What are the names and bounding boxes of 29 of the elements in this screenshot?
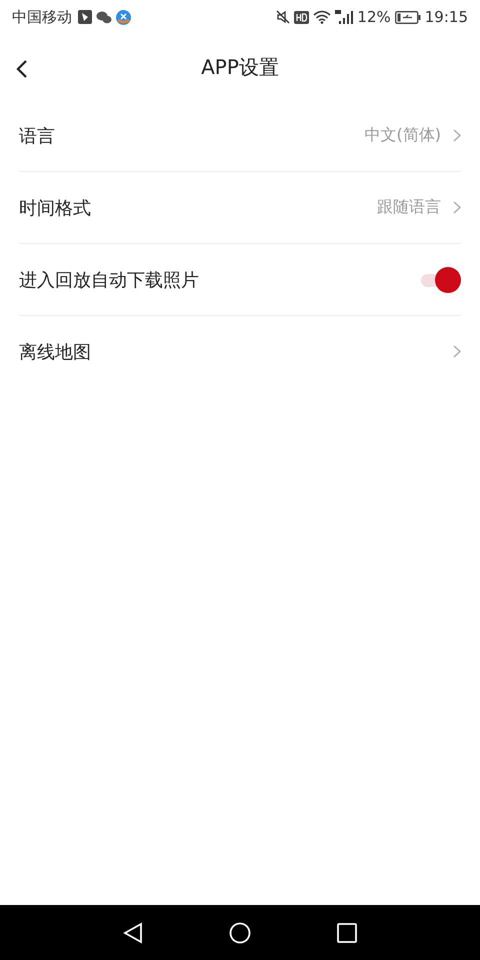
chat-bubbles-icon: [96, 10, 112, 24]
toggle-switch[interactable]: [419, 266, 461, 292]
page-title: APP设置: [201, 54, 279, 80]
clock-time: 19:15: [424, 8, 468, 26]
back-nav-icon[interactable]: [123, 922, 143, 944]
setting-label: 进入回放自动下载照片: [19, 268, 200, 292]
battery-charging-icon: [394, 10, 421, 24]
chevron-right-icon: [453, 201, 461, 214]
mute-icon: [276, 10, 290, 24]
setting-value: 跟随语言: [377, 197, 441, 218]
battery-percentage: 12%: [357, 8, 391, 26]
hd-icon: [294, 10, 310, 24]
carrier-name: 中国移动: [12, 8, 72, 26]
settings-row[interactable]: 语言 中文(简体): [19, 100, 461, 172]
recents-nav-icon[interactable]: [337, 922, 357, 942]
settings-row[interactable]: 进入回放自动下载照片: [19, 244, 461, 316]
app-badge-icon: [116, 10, 131, 24]
chevron-right-icon: [453, 345, 461, 358]
home-nav-icon[interactable]: [229, 922, 251, 944]
signal-icon: [335, 10, 354, 24]
setting-value: 中文(简体): [364, 125, 441, 146]
settings-row[interactable]: 离线地图: [19, 316, 461, 387]
setting-label: 离线地图: [19, 340, 92, 364]
wifi-icon: [313, 10, 332, 24]
chevron-right-icon: [453, 129, 461, 142]
setting-label: 语言: [19, 124, 56, 148]
settings-row[interactable]: 时间格式 跟随语言: [19, 172, 461, 244]
app-notification-icon: [78, 10, 92, 24]
setting-label: 时间格式: [19, 196, 92, 220]
